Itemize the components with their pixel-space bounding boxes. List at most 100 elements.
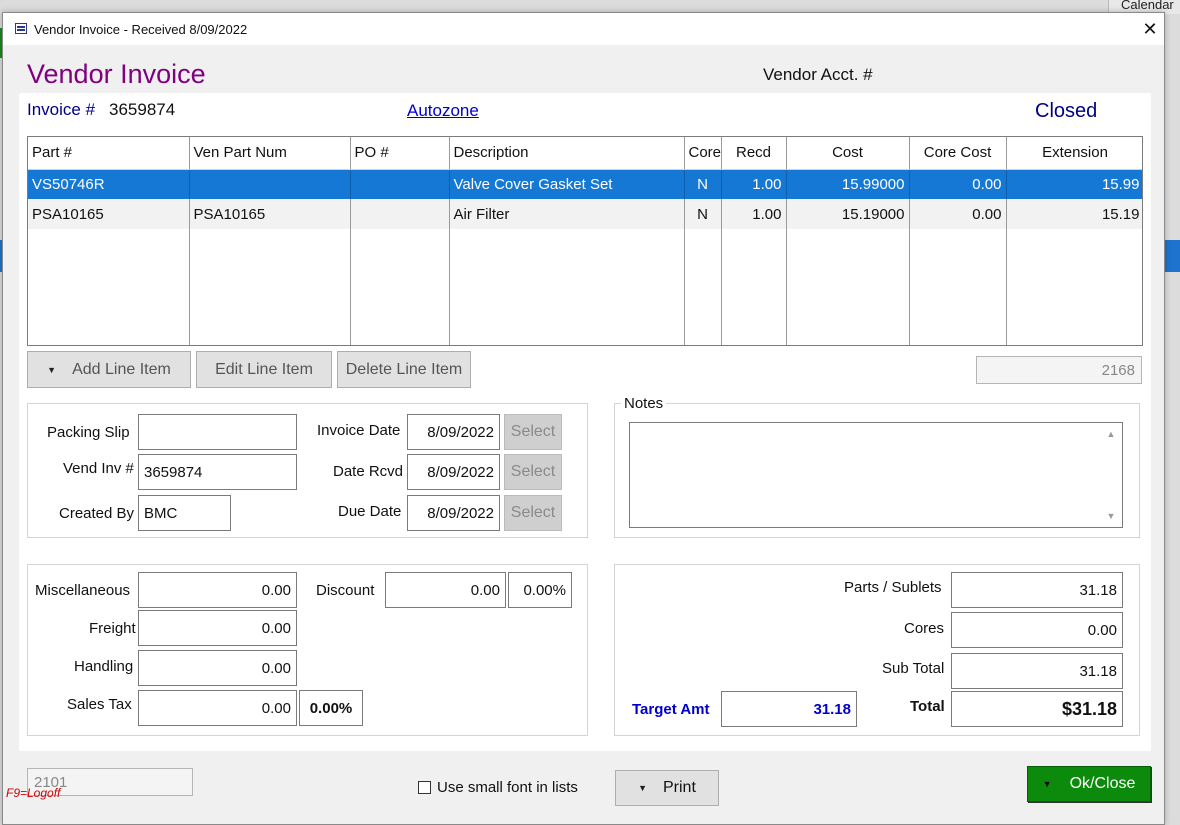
cell-core: N <box>684 169 722 199</box>
vendor-name-link[interactable]: Autozone <box>407 101 479 121</box>
scroll-up-icon[interactable]: ▲ <box>1106 429 1116 439</box>
invoice-date-select-button[interactable]: Select <box>504 414 562 450</box>
total-label: Total <box>910 698 945 715</box>
invoice-number-label: Invoice # <box>27 100 96 119</box>
sales-tax-field[interactable]: 0.00 <box>138 690 297 726</box>
grid-id-box: 2168 <box>976 356 1142 384</box>
due-date-label: Due Date <box>338 503 402 520</box>
misc-field[interactable]: 0.00 <box>138 572 297 608</box>
grid-header-row: Part # Ven Part Num PO # Description Cor… <box>28 137 1142 170</box>
table-row[interactable]: VS50746R Valve Cover Gasket Set N 1.00 1… <box>28 169 1142 199</box>
page-title: Vendor Invoice <box>27 59 206 89</box>
parts-sublets-label: Parts / Sublets <box>844 579 942 596</box>
freight-field[interactable]: 0.00 <box>138 610 297 646</box>
date-rcvd-select-button[interactable]: Select <box>504 454 562 490</box>
cell-core-cost: 0.00 <box>909 169 1007 199</box>
discount-label: Discount <box>316 582 375 599</box>
close-icon[interactable]: ✕ <box>1139 18 1161 40</box>
vendor-acct-label: Vendor Acct. # <box>763 65 873 84</box>
due-date-field[interactable]: 8/09/2022 <box>407 495 500 531</box>
title-bar: Vendor Invoice - Received 8/09/2022 ✕ <box>3 13 1164 45</box>
due-date-select-button[interactable]: Select <box>504 495 562 531</box>
cell-description: Air Filter <box>449 199 685 229</box>
cell-cost: 15.99000 <box>786 169 910 199</box>
column-header-core[interactable]: Core <box>684 137 722 170</box>
cores-field: 0.00 <box>951 612 1123 648</box>
handling-field[interactable]: 0.00 <box>138 650 297 686</box>
window-app-icon <box>15 23 27 34</box>
table-row[interactable]: PSA10165 PSA10165 Air Filter N 1.00 15.1… <box>28 199 1142 229</box>
date-rcvd-label: Date Rcvd <box>333 463 404 480</box>
background-app-selection <box>1164 240 1180 272</box>
grid-empty-space <box>28 229 1142 345</box>
edit-line-item-button[interactable]: Edit Line Item <box>196 351 332 388</box>
status-badge: Closed <box>1035 100 1098 122</box>
invoice-date-label: Invoice Date <box>317 422 401 439</box>
add-line-item-button[interactable]: ▼ Add Line Item <box>27 351 191 388</box>
column-header-core-cost[interactable]: Core Cost <box>909 137 1007 170</box>
vendor-invoice-dialog: Vendor Invoice - Received 8/09/2022 ✕ Ve… <box>2 12 1165 825</box>
dropdown-caret-icon: ▼ <box>638 783 647 793</box>
scroll-down-icon[interactable]: ▼ <box>1106 511 1116 521</box>
packing-slip-field[interactable] <box>138 414 297 450</box>
discount-field[interactable]: 0.00 <box>385 572 506 608</box>
notes-textarea[interactable] <box>629 422 1123 528</box>
invoice-number: 3659874 <box>109 100 176 119</box>
logoff-hint: F9=Logoff <box>6 786 61 800</box>
cores-label: Cores <box>904 620 945 637</box>
notes-scrollbar[interactable]: ▲ ▼ <box>1105 426 1119 524</box>
vend-inv-label: Vend Inv # <box>63 460 134 477</box>
small-font-checkbox[interactable] <box>418 781 431 794</box>
print-button[interactable]: ▼ Print <box>615 770 719 806</box>
invoice-date-field[interactable]: 8/09/2022 <box>407 414 500 450</box>
column-header-cost[interactable]: Cost <box>786 137 910 170</box>
cell-part: PSA10165 <box>28 199 190 229</box>
dropdown-caret-icon: ▼ <box>1042 779 1052 789</box>
vend-inv-field[interactable]: 3659874 <box>138 454 297 490</box>
created-by-label: Created By <box>59 505 135 522</box>
dropdown-caret-icon: ▼ <box>47 364 57 375</box>
small-font-label[interactable]: Use small font in lists <box>437 779 578 796</box>
column-header-ven-part[interactable]: Ven Part Num <box>189 137 351 170</box>
packing-slip-label: Packing Slip <box>47 424 130 441</box>
print-label: Print <box>663 779 696 796</box>
misc-label: Miscellaneous <box>35 582 131 599</box>
subtotal-label: Sub Total <box>882 660 945 677</box>
cell-part: VS50746R <box>28 169 190 199</box>
created-by-field[interactable]: BMC <box>138 495 231 531</box>
cell-ven-part <box>189 169 351 199</box>
cell-description: Valve Cover Gasket Set <box>449 169 685 199</box>
freight-label: Freight <box>89 620 136 637</box>
line-items-grid[interactable]: Part # Ven Part Num PO # Description Cor… <box>27 136 1143 346</box>
column-header-description[interactable]: Description <box>449 137 685 170</box>
ok-close-label: Ok/Close <box>1069 775 1136 792</box>
subtotal-field: 31.18 <box>951 653 1123 689</box>
cell-po <box>350 169 450 199</box>
add-line-item-label: Add Line Item <box>72 360 171 378</box>
target-amt-field[interactable]: 31.18 <box>721 691 857 727</box>
target-amt-label: Target Amt <box>632 701 710 718</box>
sales-tax-label: Sales Tax <box>67 696 132 713</box>
cell-recd: 1.00 <box>721 199 787 229</box>
cell-recd: 1.00 <box>721 169 787 199</box>
sales-tax-pct-field[interactable]: 0.00% <box>299 690 363 726</box>
discount-pct-field[interactable]: 0.00% <box>508 572 572 608</box>
date-rcvd-field[interactable]: 8/09/2022 <box>407 454 500 490</box>
cell-core-cost: 0.00 <box>909 199 1007 229</box>
total-field: $31.18 <box>951 691 1123 727</box>
delete-line-item-button[interactable]: Delete Line Item <box>337 351 471 388</box>
column-header-part[interactable]: Part # <box>28 137 190 170</box>
column-header-extension[interactable]: Extension <box>1006 137 1142 170</box>
cell-core: N <box>684 199 722 229</box>
cell-ven-part: PSA10165 <box>189 199 351 229</box>
column-header-po[interactable]: PO # <box>350 137 450 170</box>
column-header-recd[interactable]: Recd <box>721 137 787 170</box>
parts-sublets-field: 31.18 <box>951 572 1123 608</box>
window-title: Vendor Invoice - Received 8/09/2022 <box>34 22 248 37</box>
cell-po <box>350 199 450 229</box>
cell-extension: 15.19 <box>1006 199 1142 229</box>
ok-close-button[interactable]: ▼ Ok/Close <box>1027 766 1151 802</box>
handling-label: Handling <box>74 658 134 675</box>
cell-extension: 15.99 <box>1006 169 1142 199</box>
notes-label: Notes <box>621 395 667 412</box>
